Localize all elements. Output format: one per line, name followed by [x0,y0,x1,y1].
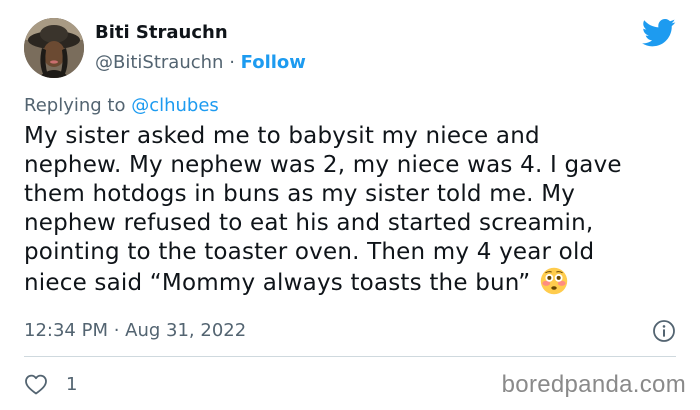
handle-separator: · [229,52,235,73]
twitter-bird-icon[interactable] [642,18,676,48]
user-handle[interactable]: @BitiStrauchn [95,52,223,73]
tweet-body: My sister asked me to babysit my niece a… [24,122,684,298]
divider [24,356,676,357]
watermark: boredpanda.com [501,371,686,398]
like-button[interactable]: 1 [24,372,77,396]
tweet-timestamp[interactable]: 12:34 PM · Aug 31, 2022 [24,320,246,342]
user-info: Biti Strauchn @BitiStrauchn · Follow [95,22,306,74]
tweet-header: Biti Strauchn @BitiStrauchn · Follow [24,18,684,80]
mention-link[interactable]: @clhubes [131,95,219,116]
like-count: 1 [66,373,78,395]
avatar[interactable] [24,18,84,78]
follow-button[interactable]: Follow [241,52,306,73]
heart-icon [25,374,47,395]
display-name[interactable]: Biti Strauchn [95,22,306,44]
info-icon[interactable] [652,319,676,343]
replying-to-label: Replying to [24,95,132,116]
replying-to: Replying to @clhubes [24,95,219,117]
tweet-text: My sister asked me to babysit my niece a… [24,123,622,296]
flushed-face-icon [540,267,568,295]
handle-row: @BitiStrauchn · Follow [95,52,306,74]
